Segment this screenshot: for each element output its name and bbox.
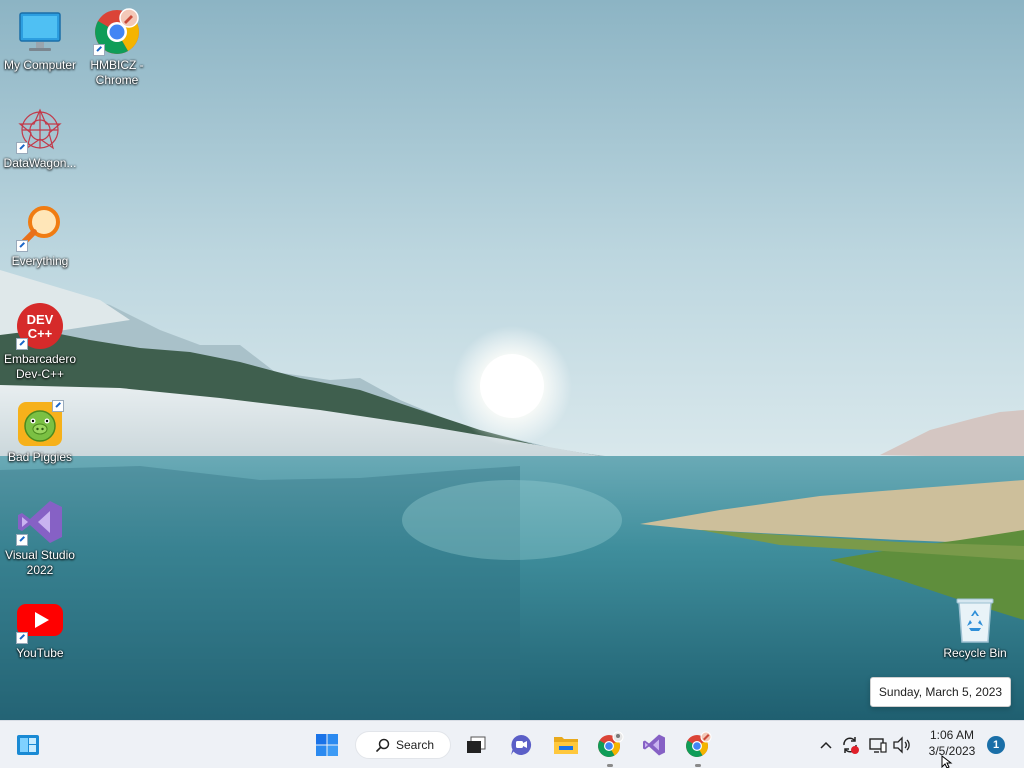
visual-studio-icon bbox=[16, 498, 64, 546]
file-explorer-button[interactable] bbox=[550, 729, 582, 761]
task-view-icon bbox=[467, 736, 486, 753]
visual-studio-icon bbox=[643, 734, 665, 756]
chevron-up-icon bbox=[820, 741, 832, 749]
teams-chat-icon bbox=[511, 734, 532, 755]
svg-text:DEV: DEV bbox=[27, 312, 54, 327]
notification-badge[interactable]: 1 bbox=[987, 736, 1005, 754]
desktop-wallpaper bbox=[0, 0, 1024, 720]
sync-error-icon bbox=[843, 737, 859, 754]
task-view-button[interactable] bbox=[460, 729, 492, 761]
desktop-icon-chrome-profile[interactable]: HMBICZ - Chrome bbox=[77, 8, 157, 88]
desktop-icon-datawagon[interactable]: DataWagon... bbox=[0, 106, 80, 171]
desktop-icon-devcpp[interactable]: DEV C++ Embarcadero Dev-C++ bbox=[0, 302, 80, 382]
running-indicator bbox=[695, 764, 701, 767]
recycle-bin-icon bbox=[951, 596, 999, 644]
taskbar: Search 1:06 AM 3/5/2023 1 bbox=[0, 720, 1024, 768]
desktop-icon-label: Everything bbox=[11, 254, 69, 268]
chrome-profile-icon bbox=[93, 8, 141, 56]
start-button[interactable] bbox=[311, 729, 343, 761]
widgets-icon bbox=[17, 735, 39, 755]
desktop-icon-label: My Computer bbox=[3, 58, 77, 72]
desktop-icon-bad-piggies[interactable]: Bad Piggies bbox=[0, 400, 80, 465]
chrome-icon bbox=[598, 731, 624, 757]
show-hidden-icons-button[interactable] bbox=[816, 735, 836, 755]
date-tooltip: Sunday, March 5, 2023 bbox=[870, 677, 1011, 707]
chat-button[interactable] bbox=[505, 729, 537, 761]
monitor-icon bbox=[16, 8, 64, 56]
desktop-icon-label: Visual Studio 2022 bbox=[5, 548, 75, 577]
desktop-icon-my-computer[interactable]: My Computer bbox=[0, 8, 80, 73]
folder-icon bbox=[554, 737, 578, 754]
clock-time: 1:06 AM bbox=[929, 728, 975, 742]
everything-search-icon bbox=[16, 204, 64, 252]
sync-tray-button[interactable] bbox=[840, 735, 860, 755]
desktop-icon-label: Bad Piggies bbox=[7, 450, 73, 464]
svg-text:C++: C++ bbox=[28, 326, 53, 341]
shortcut-arrow-icon bbox=[16, 534, 28, 546]
bad-piggies-icon bbox=[16, 400, 64, 448]
volume-tray-button[interactable] bbox=[892, 735, 912, 755]
running-indicator bbox=[607, 764, 613, 767]
shortcut-arrow-icon bbox=[16, 632, 28, 644]
youtube-icon bbox=[16, 596, 64, 644]
desktop-icon-youtube[interactable]: YouTube bbox=[0, 596, 80, 661]
chrome-taskbar-button[interactable] bbox=[594, 729, 626, 767]
chrome-profile-icon bbox=[686, 731, 712, 757]
desktop-icon-label: HMBICZ - Chrome bbox=[90, 58, 144, 87]
visual-studio-taskbar-button[interactable] bbox=[638, 729, 670, 761]
desktop-icon-label: DataWagon... bbox=[3, 156, 77, 170]
shortcut-arrow-icon bbox=[16, 338, 28, 350]
windows-logo-icon bbox=[316, 734, 338, 756]
taskbar-search-button[interactable]: Search bbox=[355, 731, 451, 759]
shortcut-arrow-icon bbox=[16, 142, 28, 154]
desktop-icon-label: YouTube bbox=[16, 646, 64, 660]
mouse-cursor-icon bbox=[941, 755, 953, 768]
shortcut-arrow-icon bbox=[93, 44, 105, 56]
shortcut-arrow-icon bbox=[52, 400, 64, 412]
search-icon bbox=[376, 738, 390, 752]
network-tray-button[interactable] bbox=[868, 735, 888, 755]
devcpp-icon: DEV C++ bbox=[16, 302, 64, 350]
network-icon bbox=[869, 738, 887, 753]
search-label: Search bbox=[396, 738, 435, 752]
desktop-icon-everything[interactable]: Everything bbox=[0, 204, 80, 269]
shortcut-arrow-icon bbox=[16, 240, 28, 252]
chrome-hmbicz-taskbar-button[interactable] bbox=[682, 729, 714, 767]
desktop-icon-label: Embarcadero Dev-C++ bbox=[3, 352, 77, 381]
desktop-icon-recycle-bin[interactable]: Recycle Bin bbox=[935, 596, 1015, 661]
datawagon-icon bbox=[16, 106, 64, 154]
desktop-icon-visual-studio[interactable]: Visual Studio 2022 bbox=[0, 498, 80, 578]
widgets-button[interactable] bbox=[12, 729, 44, 761]
speaker-icon bbox=[893, 736, 910, 754]
desktop-icon-label: Recycle Bin bbox=[943, 646, 1007, 660]
